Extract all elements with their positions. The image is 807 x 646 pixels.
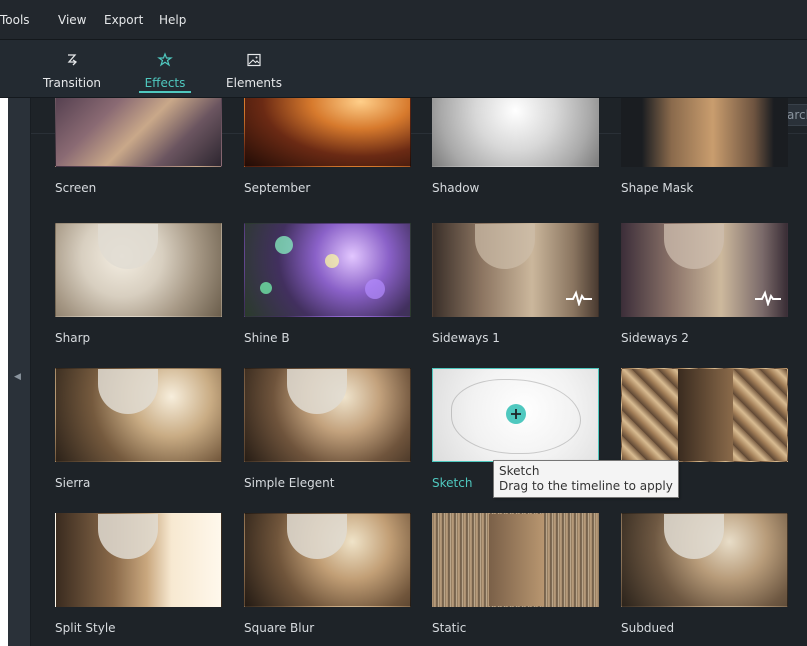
tab-transition[interactable]: Transition (38, 40, 106, 97)
bokeh-light (325, 254, 339, 268)
bokeh-light (275, 236, 293, 254)
menu-view[interactable]: View (58, 13, 86, 27)
subject-figure (475, 224, 535, 269)
effect-label: September (244, 181, 311, 195)
subject-figure (287, 514, 347, 559)
active-tab-indicator (139, 91, 191, 93)
effect-label: Shape Mask (621, 181, 694, 195)
effect-thumbnail (244, 223, 411, 317)
tab-effects-label: Effects (144, 76, 186, 90)
effect-thumbnail (244, 98, 411, 167)
menu-tools[interactable]: Tools (0, 13, 30, 27)
effect-label: Simple Elegent (244, 476, 335, 490)
effect-label: Sideways 1 (432, 331, 500, 345)
tooltip-text: Drag to the timeline to apply (499, 479, 673, 493)
effect-thumbnail (244, 513, 411, 607)
tab-transition-label: Transition (42, 76, 102, 90)
effect-label: Shadow (432, 181, 480, 195)
effect-thumbnail (55, 513, 222, 607)
tab-elements-label: Elements (226, 76, 282, 90)
center-strip (678, 369, 733, 461)
effect-thumbnail (55, 368, 222, 462)
collapse-panel-strip[interactable]: ◀ (8, 98, 31, 646)
chevron-left-icon[interactable]: ◀ (14, 372, 21, 382)
audio-pulse-icon (754, 290, 782, 310)
tab-elements[interactable]: Elements (224, 40, 284, 97)
menu-bar: Tools View Export Help (0, 0, 807, 40)
effect-label: Static (432, 621, 467, 635)
menu-help[interactable]: Help (159, 13, 186, 27)
bokeh-light (260, 282, 272, 294)
effect-thumbnail (621, 98, 788, 167)
transition-icon (38, 52, 106, 68)
tab-effects[interactable]: Effects (139, 40, 191, 97)
effect-label: Shine B (244, 331, 290, 345)
subject-figure (287, 369, 347, 414)
effect-thumbnail (621, 368, 788, 462)
effect-thumbnail (432, 513, 599, 607)
audio-pulse-icon (565, 290, 593, 310)
effect-label: Split Style (55, 621, 116, 635)
subject-figure (664, 224, 724, 269)
tooltip-title: Sketch (499, 464, 540, 478)
effects-content-panel: Screen September Shadow Shape Mask Sharp (31, 98, 807, 646)
effect-tooltip: Sketch Drag to the timeline to apply (493, 460, 679, 498)
center-strip (489, 514, 544, 606)
subject-figure (98, 369, 158, 414)
effect-thumbnail (55, 223, 222, 317)
effect-thumbnail (55, 98, 222, 167)
effect-label: Subdued (621, 621, 675, 635)
subject-figure (664, 514, 724, 559)
effect-thumbnail (244, 368, 411, 462)
effects-browser-window: Tools View Export Help Transition Effect… (0, 0, 807, 646)
effect-thumbnail (432, 98, 599, 167)
effect-label: Sharp (55, 331, 91, 345)
menu-export[interactable]: Export (104, 13, 143, 27)
effect-label: Square Blur (244, 621, 315, 635)
elements-icon (224, 52, 284, 68)
effect-label: Sideways 2 (621, 331, 689, 345)
effect-label: Sierra (55, 476, 91, 490)
effects-icon (139, 52, 191, 68)
effect-thumbnail (621, 223, 788, 317)
effect-thumbnail (432, 368, 599, 462)
effect-thumbnail (621, 513, 788, 607)
effect-label: Sketch (432, 476, 473, 490)
media-toolbar: Transition Effects Elements (0, 40, 807, 98)
add-to-timeline-icon[interactable] (506, 404, 526, 424)
effect-label: Screen (55, 181, 97, 195)
subject-figure (98, 514, 158, 559)
subject-figure (98, 224, 158, 269)
effect-thumbnail (432, 223, 599, 317)
bokeh-light (365, 279, 385, 299)
